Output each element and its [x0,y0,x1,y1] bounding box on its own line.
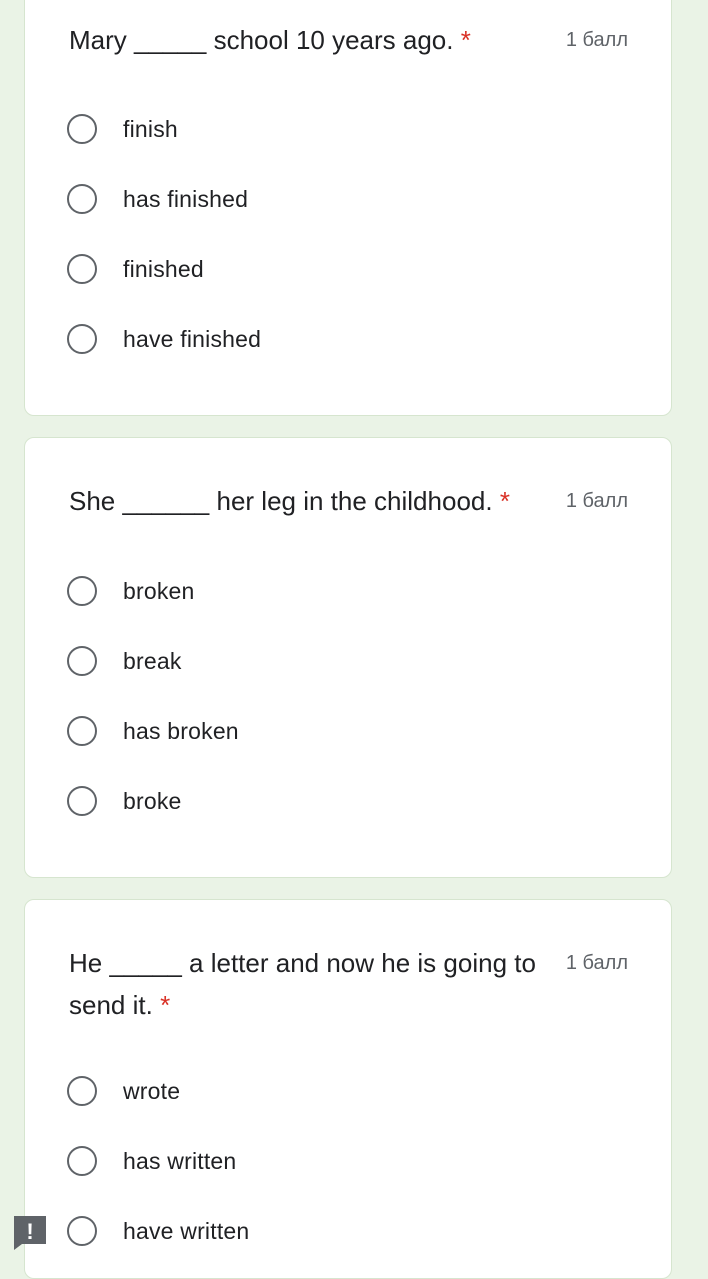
radio-button[interactable] [67,786,97,816]
required-asterisk: * [160,990,171,1020]
question-blank: ______ [122,486,210,516]
report-problem-button[interactable]: ! [12,1214,48,1250]
option-label: wrote [123,1077,181,1104]
exclamation-icon: ! [14,1216,46,1250]
option-finish[interactable]: finish [67,111,178,147]
option-broken[interactable]: broken [67,573,195,609]
option-break[interactable]: break [67,643,182,679]
question-text-after: her leg in the childhood. [216,486,493,516]
radio-button[interactable] [67,1076,97,1106]
option-label: have written [123,1217,250,1244]
option-have-written[interactable]: have written [67,1213,249,1249]
question-title: He _____ a letter and now he is going to… [69,942,539,1026]
option-finished[interactable]: finished [67,251,204,287]
question-text-after: school 10 years ago. [213,25,454,55]
option-label: finish [123,115,178,142]
radio-button[interactable] [67,324,97,354]
option-broke[interactable]: broke [67,783,182,819]
option-label: broke [123,787,182,814]
option-label: has broken [123,717,239,744]
radio-button[interactable] [67,646,97,676]
option-label: has written [123,1147,237,1174]
question-points: 1 балл [565,952,628,974]
question-points: 1 балл [565,490,628,512]
question-points: 1 балл [565,29,628,51]
question-blank: _____ [134,25,207,55]
option-label: have finished [123,325,262,352]
question-card-3: He _____ a letter and now he is going to… [24,899,672,1279]
required-asterisk: * [499,486,510,516]
radio-button[interactable] [67,576,97,606]
option-has-written[interactable]: has written [67,1143,236,1179]
question-title: Mary _____ school 10 years ago. * [69,19,539,61]
option-has-finished[interactable]: has finished [67,181,248,217]
option-label: break [123,647,182,674]
question-text-before: She [69,486,116,516]
radio-button[interactable] [67,254,97,284]
question-text-before: He [69,948,103,978]
required-asterisk: * [460,25,471,55]
question-card-2: She ______ her leg in the childhood. * 1… [24,437,672,878]
option-have-finished[interactable]: have finished [67,321,261,357]
question-card-1: Mary _____ school 10 years ago. * 1 балл… [24,0,672,416]
question-title: She ______ her leg in the childhood. * [69,480,539,522]
option-wrote[interactable]: wrote [67,1073,180,1109]
option-label: finished [123,255,204,282]
radio-button[interactable] [67,716,97,746]
option-label: broken [123,577,195,604]
question-blank: _____ [109,948,182,978]
option-has-broken[interactable]: has broken [67,713,239,749]
radio-button[interactable] [67,114,97,144]
radio-button[interactable] [67,184,97,214]
radio-button[interactable] [67,1146,97,1176]
radio-button[interactable] [67,1216,97,1246]
question-text-before: Mary [69,25,127,55]
option-label: has finished [123,185,249,212]
exclamation-symbol: ! [26,1219,33,1244]
